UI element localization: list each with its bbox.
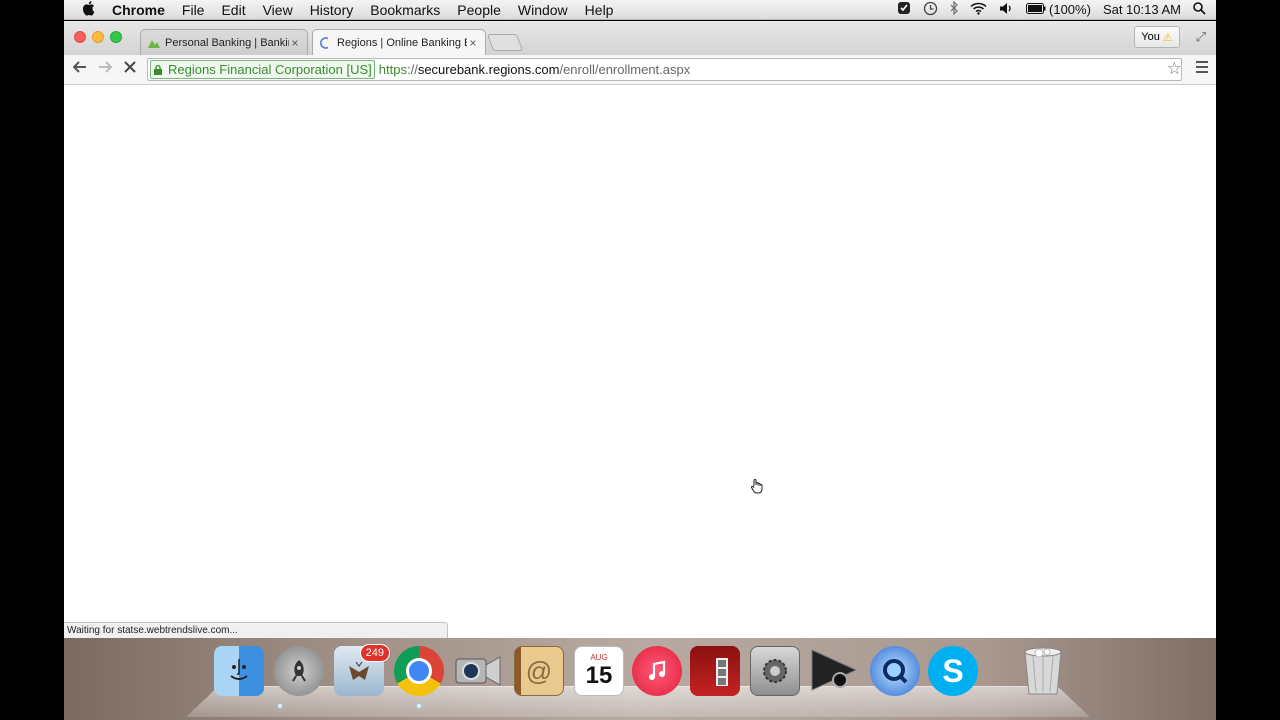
lock-icon: [154, 64, 162, 75]
tab-close-icon[interactable]: ×: [467, 36, 479, 50]
spotlight-search-icon[interactable]: [1193, 1, 1206, 18]
mail-unread-badge: 249: [359, 644, 390, 662]
menu-people[interactable]: People: [457, 2, 501, 18]
regions-favicon-icon: [148, 39, 160, 48]
back-button[interactable]: [70, 59, 90, 79]
page-content: Waiting for statse.webtrendslive.com...: [64, 85, 1216, 638]
running-indicator: [417, 704, 421, 708]
hand-cursor-icon: [750, 478, 764, 499]
url-path: /enroll/enrollment.aspx: [559, 62, 691, 77]
running-indicator: [278, 704, 282, 708]
bookmark-star-icon[interactable]: ☆: [1167, 59, 1182, 79]
minimize-window-button[interactable]: [92, 31, 104, 43]
time-machine-icon[interactable]: [923, 1, 938, 19]
at-sign-icon: @: [525, 655, 553, 686]
tab-personal-banking[interactable]: Personal Banking | Banking ×: [140, 29, 308, 55]
itunes-icon[interactable]: [632, 646, 682, 696]
apple-menu-icon[interactable]: [80, 0, 98, 20]
mail-icon[interactable]: 249: [334, 644, 390, 696]
menu-window[interactable]: Window: [518, 2, 568, 18]
tab-title: Personal Banking | Banking: [165, 36, 289, 49]
launchpad-icon[interactable]: [274, 646, 324, 696]
skype-s-icon: S: [942, 652, 964, 689]
tab-online-banking[interactable]: Regions | Online Banking E ×: [312, 29, 486, 55]
wifi-icon[interactable]: [970, 2, 987, 18]
volume-icon[interactable]: [999, 2, 1014, 18]
facetime-icon[interactable]: [454, 646, 504, 696]
skype-icon[interactable]: S: [928, 646, 978, 696]
bluetooth-icon[interactable]: [950, 0, 958, 18]
mac-menu-bar: Chrome File Edit View History Bookmarks …: [64, 0, 1216, 20]
menu-help[interactable]: Help: [585, 2, 614, 18]
url-scheme: https: [378, 62, 407, 77]
status-bubble: Waiting for statse.webtrendslive.com...: [64, 622, 448, 638]
chrome-menu-icon[interactable]: [1196, 61, 1208, 76]
menu-bookmarks[interactable]: Bookmarks: [370, 2, 440, 18]
close-window-button[interactable]: [74, 31, 86, 43]
battery-percentage: (100%): [1049, 2, 1091, 17]
stop-loading-button[interactable]: [120, 59, 140, 79]
url-separator: ://: [406, 62, 418, 77]
address-bar[interactable]: Regions Financial Corporation [US] https…: [147, 58, 1182, 81]
ev-organization-name: Regions Financial Corporation [US]: [168, 62, 372, 77]
profile-name: You: [1141, 31, 1160, 43]
dock: 249 @ AUG 15 S: [214, 644, 1074, 708]
warning-icon: ⚠: [1162, 31, 1173, 44]
screen-recorder-icon[interactable]: [810, 646, 860, 696]
url-text: https://securebank.regions.com/enroll/en…: [379, 62, 690, 77]
url-host: securebank.regions.com: [417, 62, 560, 77]
ev-certificate-badge[interactable]: Regions Financial Corporation [US]: [150, 60, 375, 79]
zoom-window-button[interactable]: [110, 31, 122, 43]
new-tab-button[interactable]: [486, 34, 524, 51]
profile-button[interactable]: You ⚠: [1134, 26, 1180, 48]
stop-icon: [124, 61, 136, 73]
menu-file[interactable]: File: [182, 2, 205, 18]
quicktime-icon[interactable]: [870, 646, 920, 696]
contacts-icon[interactable]: @: [514, 646, 564, 696]
chrome-center-icon: [406, 658, 432, 684]
loading-spinner-icon: [320, 36, 329, 49]
menu-view[interactable]: View: [263, 2, 293, 18]
photo-booth-icon[interactable]: [690, 646, 740, 696]
menu-edit[interactable]: Edit: [221, 2, 245, 18]
calendar-day: 15: [585, 662, 613, 689]
checkbox-status-icon[interactable]: [897, 1, 911, 18]
tab-title: Regions | Online Banking E: [337, 36, 467, 49]
tab-close-icon[interactable]: ×: [289, 36, 301, 50]
calendar-icon[interactable]: AUG 15: [574, 646, 624, 696]
forward-arrow-icon: [99, 61, 113, 73]
menu-extras: (100%) Sat 10:13 AM: [885, 0, 1216, 19]
forward-button[interactable]: [95, 59, 115, 79]
chrome-window: Personal Banking | Banking × Regions | O…: [64, 21, 1216, 638]
battery-icon[interactable]: [1026, 2, 1046, 17]
system-preferences-icon[interactable]: [750, 646, 800, 696]
app-menu-chrome[interactable]: Chrome: [112, 2, 165, 18]
menubar-clock[interactable]: Sat 10:13 AM: [1103, 2, 1181, 17]
tab-strip: Personal Banking | Banking × Regions | O…: [64, 21, 1216, 55]
chrome-icon[interactable]: [394, 646, 444, 696]
browser-toolbar: Regions Financial Corporation [US] https…: [64, 55, 1216, 85]
back-arrow-icon: [72, 61, 86, 73]
finder-icon[interactable]: [214, 646, 264, 696]
menu-history[interactable]: History: [310, 2, 354, 18]
fullscreen-icon[interactable]: ⤢: [1196, 29, 1206, 45]
trash-icon[interactable]: [1018, 646, 1068, 696]
